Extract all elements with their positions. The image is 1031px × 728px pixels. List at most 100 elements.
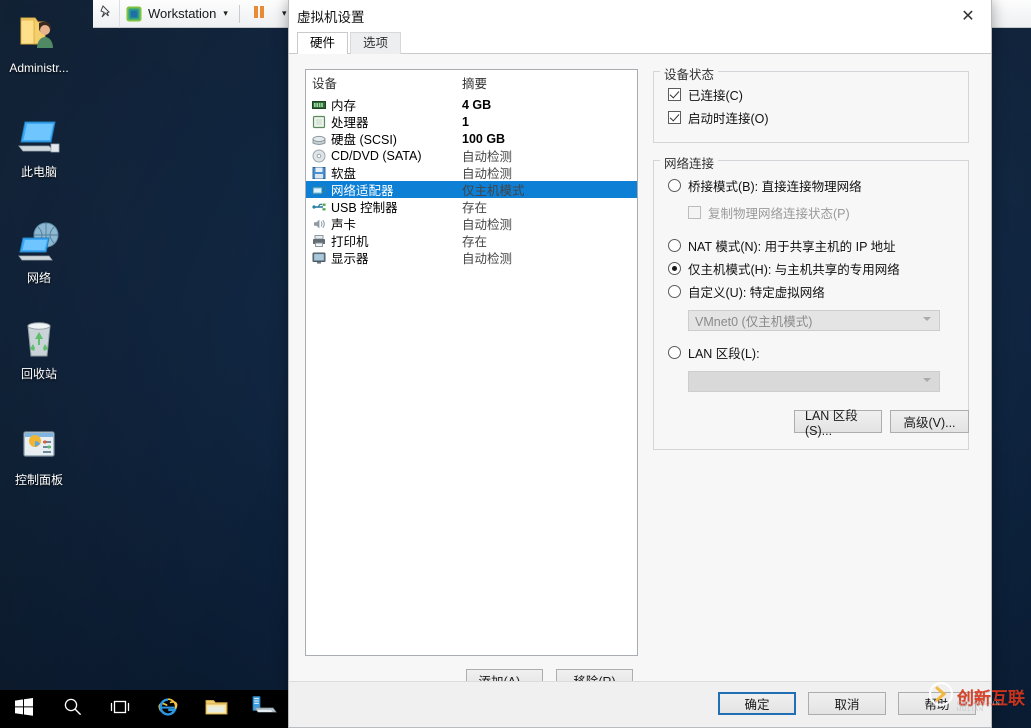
network-adapter-icon: [312, 183, 327, 197]
table-row[interactable]: USB 控制器 存在: [306, 198, 637, 215]
checkbox-box: [688, 206, 701, 219]
search-icon: [63, 697, 82, 721]
radio-button: [668, 346, 681, 359]
desktop-icon-label: 控制面板: [14, 473, 63, 487]
virtual-machine-settings-dialog: 虚拟机设置 ✕ 硬件 选项 设备 摘要 内存 4 GB 处理器 1 硬盘 (SCSI) 1…: [288, 0, 992, 728]
cddvd-icon: [312, 149, 326, 163]
help-button[interactable]: 帮助: [898, 692, 976, 715]
this-pc-icon: [15, 112, 63, 160]
chevron-down-icon: ▾: [281, 8, 287, 18]
vmware-logo-icon: [126, 6, 142, 22]
table-row[interactable]: 硬盘 (SCSI) 100 GB: [306, 130, 637, 147]
chevron-down-icon: ▾: [223, 8, 228, 18]
chevron-down-icon: [923, 317, 931, 321]
custom-vmnet-select[interactable]: VMnet0 (仅主机模式): [688, 310, 940, 331]
device-status-group: 设备状态 已连接(C) 启动时连接(O): [653, 64, 969, 143]
checkbox-box: [668, 88, 681, 101]
checkbox-replicate-physical-state: 复制物理网络连接状态(P): [668, 201, 968, 224]
internet-explorer-icon: [156, 695, 180, 724]
lan-segments-button[interactable]: LAN 区段(S)...: [794, 409, 882, 438]
desktop-icon-network[interactable]: 网络: [0, 218, 78, 285]
checkbox-connected[interactable]: 已连接(C): [668, 83, 968, 106]
memory-icon: [312, 98, 326, 112]
desktop-icon-label: 此电脑: [20, 165, 57, 179]
vmware-workstation-menu[interactable]: Workstation ▾: [120, 0, 234, 28]
radio-bridged[interactable]: 桥接模式(B): 直接连接物理网络: [668, 174, 968, 197]
device-name: CD/DVD (SATA): [331, 148, 422, 163]
desktop-icon-control-panel[interactable]: 控制面板: [0, 420, 78, 487]
device-status-title: 设备状态: [660, 64, 719, 83]
custom-vmnet-value: VMnet0 (仅主机模式): [695, 315, 813, 329]
desktop-icon-recycle-bin[interactable]: 回收站: [0, 314, 78, 381]
checkbox-label: 复制物理网络连接状态(P): [708, 207, 850, 221]
table-row[interactable]: 显示器 自动检测: [306, 249, 637, 266]
radio-lan-segment[interactable]: LAN 区段(L):: [668, 341, 968, 364]
radio-button: [668, 262, 681, 275]
device-row-container: 内存 4 GB 处理器 1 硬盘 (SCSI) 100 GB CD/DVD (SATA) 自动…: [306, 96, 637, 266]
table-row[interactable]: 处理器 1: [306, 113, 637, 130]
table-row[interactable]: CD/DVD (SATA) 自动检测: [306, 147, 637, 164]
checkbox-label: 已连接(C): [688, 89, 743, 103]
pause-icon: [251, 4, 267, 23]
device-summary: 100 GB: [462, 131, 506, 146]
windows-logo-icon: [15, 697, 33, 721]
radio-nat[interactable]: NAT 模式(N): 用于共享主机的 IP 地址: [668, 234, 968, 257]
tab-options[interactable]: 选项: [350, 32, 402, 54]
desktop-icon-label: Administr...: [9, 61, 69, 75]
column-header-device: 设备: [312, 77, 338, 91]
desktop-icon-label: 网络: [26, 271, 51, 285]
advanced-button[interactable]: 高级(V)...: [890, 410, 969, 433]
device-name: 硬盘 (SCSI): [331, 133, 397, 147]
harddisk-icon: [312, 132, 326, 146]
device-summary: 自动检测: [462, 252, 513, 266]
radio-custom[interactable]: 自定义(U): 特定虚拟网络: [668, 280, 968, 303]
device-list[interactable]: 设备 摘要 内存 4 GB 处理器 1 硬盘 (SCSI) 100 GB CD/DVD (S…: [305, 69, 638, 656]
taskbar: [0, 690, 288, 728]
search-button[interactable]: [48, 690, 96, 728]
printer-icon: [312, 234, 326, 248]
folder-icon: [205, 697, 228, 722]
table-row[interactable]: 软盘 自动检测: [306, 164, 637, 181]
checkbox-connect-at-power-on[interactable]: 启动时连接(O): [668, 106, 968, 129]
dialog-footer: 确定 取消 帮助: [289, 681, 991, 727]
radio-label: 仅主机模式(H): 与主机共享的专用网络: [688, 263, 900, 277]
task-view-button[interactable]: [96, 690, 144, 728]
table-row[interactable]: 网络适配器 仅主机模式: [306, 181, 637, 198]
network-connection-title: 网络连接: [660, 153, 719, 172]
cancel-button[interactable]: 取消: [808, 692, 886, 715]
recycle-bin-icon: [15, 314, 63, 362]
desktop-icon-this-pc[interactable]: 此电脑: [0, 112, 78, 179]
file-explorer-button[interactable]: [192, 690, 240, 728]
dialog-body: 设备 摘要 内存 4 GB 处理器 1 硬盘 (SCSI) 100 GB CD/DVD (S…: [289, 55, 991, 727]
pause-button[interactable]: [245, 0, 273, 28]
table-row[interactable]: 打印机 存在: [306, 232, 637, 249]
radio-button: [668, 239, 681, 252]
desktop-icon-administrator[interactable]: Administr...: [0, 8, 78, 75]
pin-button[interactable]: [93, 0, 120, 28]
table-row[interactable]: 内存 4 GB: [306, 96, 637, 113]
dialog-titlebar: 虚拟机设置 ✕: [289, 0, 991, 32]
radio-host-only[interactable]: 仅主机模式(H): 与主机共享的专用网络: [668, 257, 968, 280]
display-icon: [312, 251, 326, 265]
start-button[interactable]: [0, 690, 48, 728]
toolbar-divider: [238, 4, 240, 23]
pin-icon: [99, 5, 113, 22]
dialog-title: 虚拟机设置: [297, 10, 365, 25]
close-icon[interactable]: ✕: [945, 0, 991, 32]
internet-explorer-button[interactable]: [144, 690, 192, 728]
floppy-icon: [312, 166, 326, 180]
usb-icon: [312, 200, 326, 214]
workstation-label: Workstation: [148, 6, 217, 21]
cpu-icon: [312, 115, 326, 129]
tab-hardware[interactable]: 硬件: [297, 32, 349, 54]
table-row[interactable]: 声卡 自动检测: [306, 215, 637, 232]
lan-segment-select[interactable]: [688, 371, 940, 392]
vmware-taskbar-button[interactable]: [240, 690, 288, 728]
dialog-tabstrip: 硬件 选项: [289, 32, 991, 54]
device-summary: 1: [462, 114, 469, 129]
device-list-header: 设备 摘要: [306, 70, 637, 96]
ok-button[interactable]: 确定: [718, 692, 796, 715]
chevron-down-icon: [923, 378, 931, 382]
checkbox-box: [668, 111, 681, 124]
vmware-app-icon: [251, 695, 277, 723]
